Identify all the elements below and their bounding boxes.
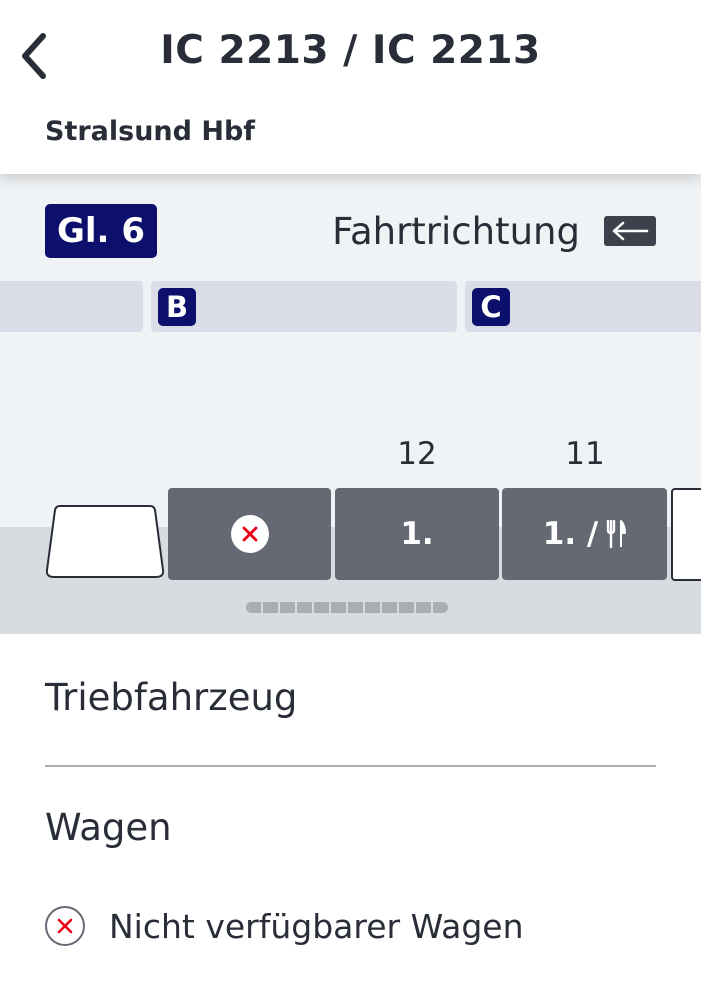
class-label: 1.	[400, 516, 434, 552]
x-circle-icon	[230, 515, 269, 553]
cutlery-icon	[606, 520, 627, 548]
legend-heading-locomotive: Triebfahrzeug	[45, 676, 298, 719]
arrow-left-icon	[604, 216, 656, 246]
x-circle-icon	[45, 906, 85, 946]
wagon-number: 12	[397, 436, 437, 472]
legend-label: Nicht verfügbarer Wagen	[109, 906, 524, 946]
direction-label: Fahrtrichtung	[332, 209, 580, 253]
train-overview-indicator[interactable]	[246, 602, 448, 613]
sector-c: C	[465, 281, 701, 332]
legend-heading-wagons: Wagen	[45, 806, 172, 849]
track-badge: Gl. 6	[45, 204, 157, 258]
locomotive[interactable]	[46, 504, 164, 579]
page-title: IC 2213 / IC 2213	[160, 28, 541, 73]
class-label: 1. /	[542, 516, 599, 552]
legend-item-unavailable: Nicht verfügbarer Wagen	[45, 906, 524, 946]
wagon-partial[interactable]	[671, 488, 701, 581]
travel-direction: Fahrtrichtung	[332, 206, 656, 256]
wagon-number: 11	[565, 436, 605, 472]
sector-b: B	[151, 281, 457, 332]
app-header: IC 2213 / IC 2213 Stralsund Hbf	[0, 0, 701, 174]
wagon-unavailable[interactable]	[168, 488, 331, 580]
sector-label: B	[158, 288, 196, 326]
station-name: Stralsund Hbf	[45, 116, 256, 147]
sector-a	[0, 281, 143, 332]
sector-label: C	[472, 288, 510, 326]
wagon-sequence-panel[interactable]: Gl. 6 Fahrtrichtung B C 12 11 1. 1. /	[0, 174, 701, 634]
wagon-11[interactable]: 1. /	[502, 488, 667, 580]
wagon-12[interactable]: 1.	[335, 488, 499, 580]
divider	[45, 765, 656, 767]
